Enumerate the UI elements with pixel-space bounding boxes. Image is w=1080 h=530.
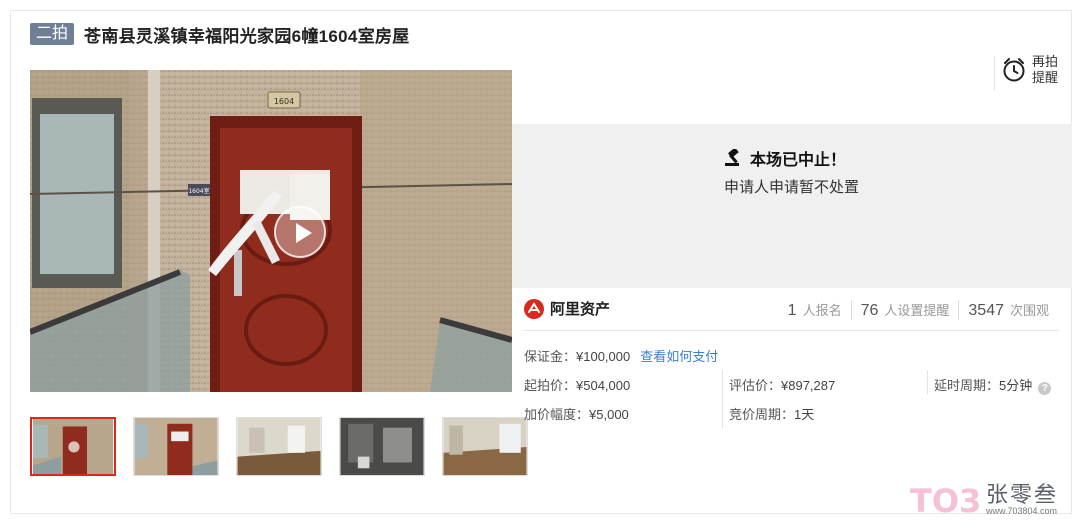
column-divider-2 <box>927 370 928 394</box>
increment-value: ¥5,000 <box>589 407 629 422</box>
participation-stats: 1 人报名 76 人设置提醒 3547 次围观 <box>779 300 1058 320</box>
deposit-label: 保证金： <box>524 349 577 364</box>
svg-text:TO3: TO3 <box>910 482 981 518</box>
increment-row: 加价幅度：¥5,000 <box>524 404 629 423</box>
thumbnail-4[interactable] <box>339 417 425 476</box>
alarm-clock-icon <box>1003 58 1025 82</box>
stat-reminders-label: 人设置提醒 <box>884 303 950 318</box>
thumbnail-5[interactable] <box>442 417 528 476</box>
details-divider <box>524 330 1059 331</box>
svg-text:1604室: 1604室 <box>188 187 209 195</box>
appraisal-value: ¥897,287 <box>781 378 836 393</box>
watermark: TO3 张零叁 www.703804.com <box>908 482 1058 518</box>
deposit-row: 保证金：¥100,000 查看如何支付 <box>524 346 718 365</box>
svg-text:1604: 1604 <box>274 97 294 106</box>
watermark-url: www.703804.com <box>986 505 1058 516</box>
stat-reminders-count: 76 <box>860 302 879 319</box>
bid-cycle-row: 竞价周期：1天 <box>729 404 814 423</box>
thumbnail-strip <box>30 417 528 476</box>
brand-name: 阿里资产 <box>550 301 611 318</box>
main-media-viewer[interactable]: 1604 1604室 <box>30 70 512 392</box>
status-subtitle: 申请人申请暂不处置 <box>724 179 860 196</box>
stat-registered: 1 人报名 <box>779 300 851 320</box>
delay-label: 延时周期： <box>934 378 1000 393</box>
page-title: 苍南县灵溪镇幸福阳光家园6幢1604室房屋 <box>84 26 410 46</box>
thumbnail-2[interactable] <box>133 417 219 476</box>
start-price-row: 起拍价：¥504,000 <box>524 375 630 394</box>
deposit-value: ¥100,000 <box>576 349 631 364</box>
watermark-name: 张零叁 <box>986 481 1059 507</box>
watermark-text: 张零叁 www.703804.com <box>986 481 1059 517</box>
stat-registered-count: 1 <box>787 302 797 319</box>
auction-header: 二拍 苍南县灵溪镇幸福阳光家园6幢1604室房屋 <box>30 22 410 46</box>
ali-assets-brand[interactable]: 阿里资产 <box>524 298 610 319</box>
watermark-logo: TO3 <box>910 482 981 518</box>
how-to-pay-link[interactable]: 查看如何支付 <box>640 349 718 364</box>
stat-reminders: 76 人设置提醒 <box>850 300 959 320</box>
stat-views-count: 3547 <box>968 302 1004 319</box>
status-title-row: 本场已中止！ <box>724 146 846 170</box>
reminder-divider <box>994 56 995 90</box>
reminder-label: 再拍提醒 <box>1032 54 1059 85</box>
help-icon[interactable]: ? <box>1038 382 1052 395</box>
stat-views: 3547 次围观 <box>958 300 1058 320</box>
reauction-reminder-button[interactable]: 再拍提醒 <box>994 54 1062 90</box>
gavel-icon <box>725 149 739 166</box>
column-divider-1 <box>722 370 723 428</box>
appraisal-label: 评估价： <box>729 378 782 393</box>
increment-label: 加价幅度： <box>524 407 590 422</box>
appraisal-row: 评估价：¥897,287 <box>729 375 835 394</box>
cycle-value: 1天 <box>794 407 815 422</box>
status-title: 本场已中止！ <box>750 152 847 169</box>
delay-period-row: 延时周期：5分钟? <box>934 375 1052 395</box>
thumbnail-3[interactable] <box>236 417 322 476</box>
ali-assets-logo <box>524 298 544 319</box>
thumbnail-1[interactable] <box>30 417 116 476</box>
stat-registered-label: 人报名 <box>802 303 842 318</box>
stat-views-label: 次围观 <box>1009 303 1049 318</box>
start-price-label: 起拍价： <box>524 378 577 393</box>
play-icon[interactable] <box>274 206 326 258</box>
delay-value: 5分钟 <box>999 378 1033 393</box>
cycle-label: 竞价周期： <box>729 407 795 422</box>
round-badge: 二拍 <box>30 23 75 45</box>
door-photo: 1604 1604室 <box>30 70 512 392</box>
start-price-value: ¥504,000 <box>576 378 631 393</box>
